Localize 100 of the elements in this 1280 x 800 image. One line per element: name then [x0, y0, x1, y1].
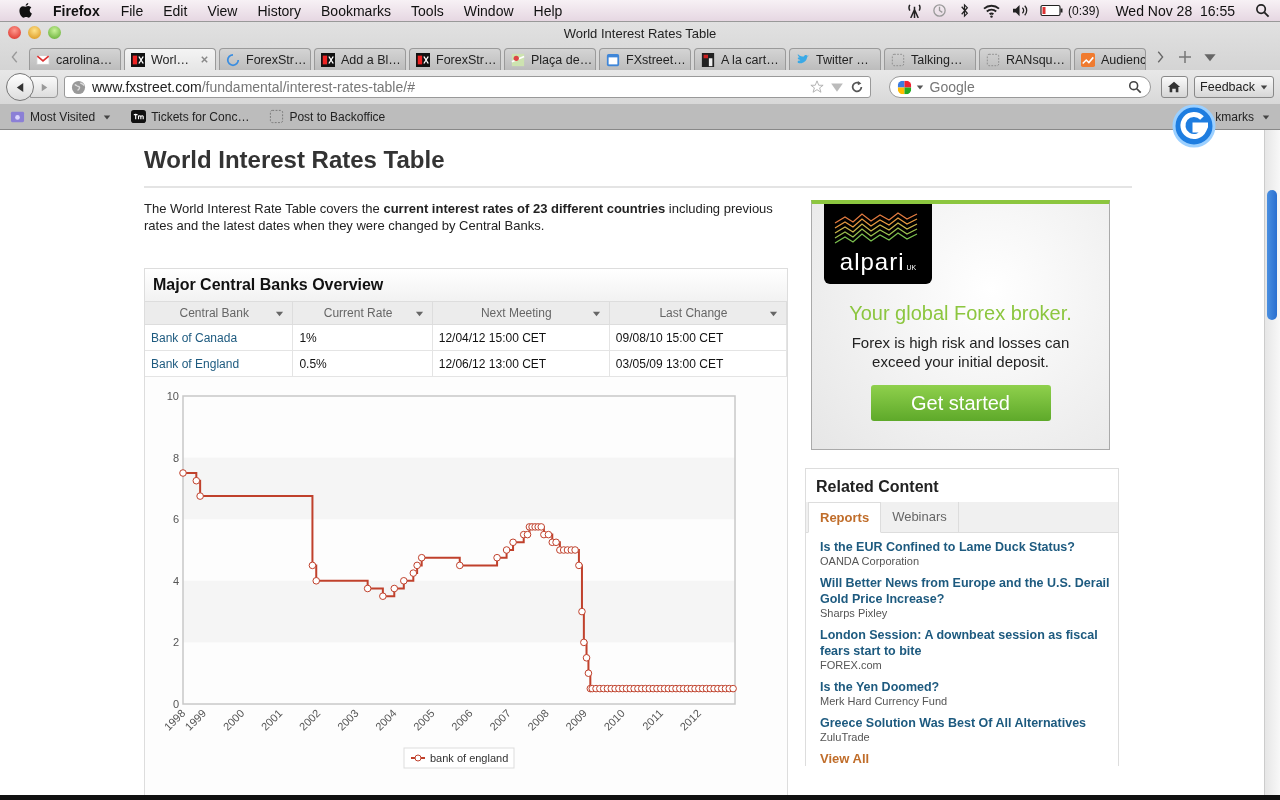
browser-tab[interactable]: Audienc	[1074, 48, 1146, 70]
extension-badge-icon[interactable]	[1170, 104, 1218, 148]
page-icon	[269, 109, 285, 124]
bank-link[interactable]: Bank of England	[145, 350, 293, 377]
browser-tab[interactable]: A la cart…	[694, 48, 786, 70]
page-icon	[891, 52, 905, 67]
article-source: FOREX.com	[820, 659, 883, 672]
article-source: Merk Hard Currency Fund	[820, 695, 949, 708]
menu-item[interactable]: Help	[533, 2, 563, 19]
chart-icon	[1081, 52, 1095, 67]
page-title: World Interest Rates Table	[144, 146, 446, 174]
back-arrow-icon	[14, 81, 26, 93]
table-cell: 12/06/12 13:00 CET	[432, 350, 610, 377]
close-icon[interactable]	[200, 55, 209, 64]
close-button[interactable]	[8, 26, 21, 39]
menu-item[interactable]: History	[257, 2, 302, 19]
table-cell: 1%	[292, 324, 433, 351]
folder-icon	[10, 109, 25, 124]
menu-item[interactable]: Bookmarks	[321, 2, 392, 19]
browser-tab[interactable]: FXstreet…	[599, 48, 691, 70]
caret-icon	[1260, 83, 1268, 91]
calendar-icon	[606, 52, 620, 67]
map-icon	[511, 52, 525, 67]
view-all-link[interactable]: View All	[820, 751, 1110, 766]
antenna-icon[interactable]	[907, 3, 923, 18]
column-header[interactable]: Last Change	[609, 302, 787, 325]
y-tick-label: 4	[172, 574, 179, 587]
app-menu[interactable]: Firefox	[53, 2, 100, 19]
reload-icon[interactable]	[849, 80, 864, 94]
globe-icon	[71, 79, 86, 95]
browser-tab[interactable]: ForexStr…	[409, 48, 501, 70]
radio-icon	[701, 52, 715, 67]
bank-link[interactable]: Bank of Canada	[145, 324, 293, 351]
window-title: World Interest Rates Table	[563, 25, 717, 41]
caret-icon[interactable]	[915, 83, 924, 91]
engine-icon	[896, 80, 912, 95]
browser-tab[interactable]: Talking…	[884, 48, 976, 70]
article-source: ZuluTrade	[820, 731, 871, 744]
article-link[interactable]: Greece Solution Was Best Of All Alternatives	[820, 715, 1110, 731]
browser-tab[interactable]: Twitter …	[789, 48, 881, 70]
search-field[interactable]: Google	[888, 76, 1151, 98]
clock[interactable]: Wed Nov 28 16:55	[1115, 2, 1235, 19]
menu-item[interactable]: View	[207, 2, 238, 19]
clock-icon[interactable]	[932, 3, 948, 18]
browser-tab[interactable]: Plaça de…	[504, 48, 596, 70]
feedback-button[interactable]: Feedback	[1194, 76, 1274, 98]
browser-tab[interactable]: ForexStr…	[219, 48, 311, 70]
browser-tab[interactable]: RANsqu…	[979, 48, 1071, 70]
home-icon	[1167, 80, 1182, 94]
article-link[interactable]: Will Better News from Europe and the U.S. Derail Gold Price Increase?	[820, 575, 1110, 607]
legend-label[interactable]: bank of england	[430, 752, 509, 764]
logo-icon	[131, 109, 147, 124]
content-tab[interactable]: Reports	[808, 502, 882, 533]
table-cell: 09/08/10 15:00 CET	[609, 324, 787, 351]
column-header[interactable]: Next Meeting	[432, 302, 610, 325]
y-tick-label: 8	[172, 451, 179, 464]
wifi-icon[interactable]	[982, 3, 1002, 18]
search-icon[interactable]	[1255, 3, 1270, 18]
y-tick-label: 6	[172, 513, 179, 526]
legend-marker	[410, 754, 426, 762]
bookmark-item[interactable]: Most Visited	[10, 109, 112, 124]
bookmarks-menu[interactable]: kmarks	[1215, 109, 1270, 124]
menu-item[interactable]: Tools	[411, 2, 444, 19]
article-link[interactable]: London Session: A downbeat session as fiscal fears start to bite	[820, 627, 1110, 659]
scrollbar[interactable]	[1264, 130, 1280, 795]
browser-tab[interactable]: Add a Bl…	[314, 48, 406, 70]
column-header[interactable]: Central Bank	[145, 302, 293, 325]
home-button[interactable]	[1160, 76, 1189, 98]
mail-icon	[36, 52, 50, 67]
spinner-icon	[226, 52, 240, 67]
column-header[interactable]: Current Rate	[292, 302, 433, 325]
caret-icon	[1262, 112, 1270, 121]
battery-icon[interactable]	[1040, 3, 1065, 18]
battery-time: (0:39)	[1068, 3, 1100, 18]
table-cell: 03/05/09 13:00 CET	[609, 350, 787, 377]
table-cell: 0.5%	[292, 350, 433, 377]
back-button[interactable]	[6, 73, 34, 101]
bookmark-item[interactable]: Post to Backoffice	[269, 109, 386, 124]
scroll-thumb[interactable]	[1267, 190, 1277, 320]
menu-item[interactable]: Window	[463, 2, 514, 19]
y-tick-label: 2	[172, 636, 179, 649]
ad-headline: Your global Forex broker.	[849, 302, 1072, 325]
star-icon[interactable]	[809, 80, 824, 94]
menu-item[interactable]: Edit	[163, 2, 188, 19]
apple-icon[interactable]	[18, 2, 33, 19]
address-field[interactable]: www.fxstreet.com/fundamental/interest-rates-table/#	[64, 76, 871, 98]
page-icon	[986, 52, 1000, 67]
browser-tab[interactable]: Worl…	[124, 48, 216, 70]
menu-item[interactable]: File	[120, 2, 144, 19]
risk-warning: Forex is high risk and losses can exceed your initial deposit.	[850, 333, 1071, 371]
panel-title: Related Content	[815, 477, 940, 497]
bookmark-item[interactable]: Tickets for Conc…	[131, 109, 250, 124]
y-tick-label: 10	[166, 390, 179, 402]
article-link[interactable]: Is the EUR Confined to Lame Duck Status?	[820, 539, 1110, 555]
content-tab[interactable]: Webinars	[881, 502, 959, 532]
search-icon[interactable]	[1127, 80, 1142, 94]
article-link[interactable]: Is the Yen Doomed?	[820, 679, 1110, 695]
browser-tab[interactable]: carolina…	[29, 48, 121, 70]
article-source: OANDA Corporation	[820, 555, 921, 568]
caret-icon	[103, 112, 112, 121]
